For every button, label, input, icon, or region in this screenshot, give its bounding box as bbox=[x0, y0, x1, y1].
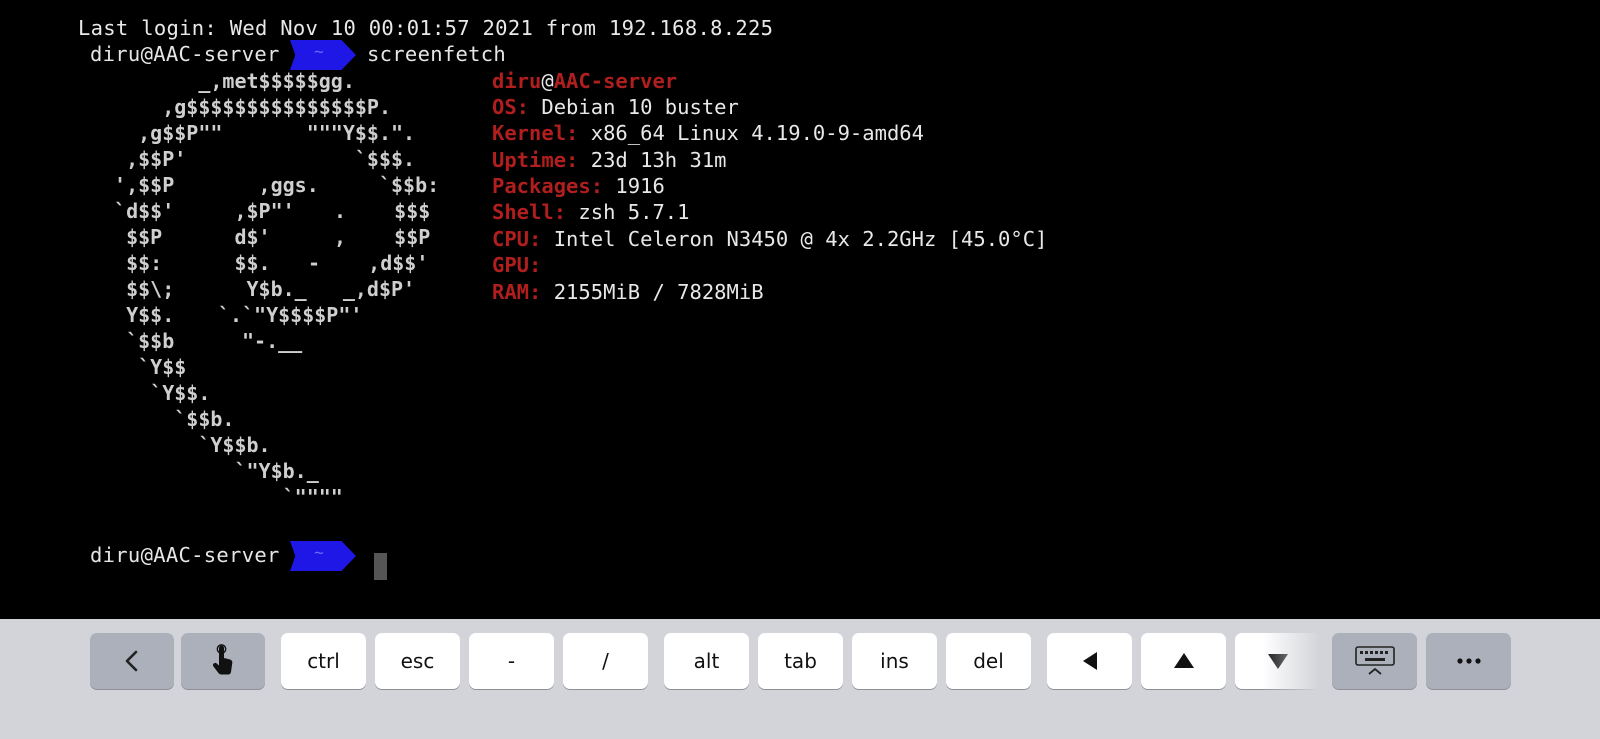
info-userhost: diru@AAC-server bbox=[492, 68, 677, 95]
arrow-up-icon bbox=[1173, 653, 1194, 668]
logo-line: `"Y$b._ bbox=[102, 459, 319, 483]
info-key: Uptime: bbox=[492, 148, 579, 172]
last-login-line: Last login: Wed Nov 10 00:01:57 2021 fro… bbox=[78, 16, 774, 40]
logo-red-mark: "-.__ bbox=[242, 329, 303, 353]
info-row-uptime: Uptime: 23d 13h 31m bbox=[492, 147, 727, 174]
info-row-cpu: CPU: Intel Celeron N3450 @ 4x 2.2GHz [45… bbox=[492, 226, 1047, 253]
prompt-dir-arrow: ~ bbox=[290, 40, 356, 70]
logo-line: ,g$$$$$$$$$$$$$$$P. bbox=[102, 95, 391, 119]
logo-line: `Y$$b. bbox=[102, 433, 271, 457]
arrow-left-icon bbox=[1082, 652, 1097, 670]
command-text: screenfetch bbox=[367, 42, 507, 66]
logo-line: ',$$P ,ggs. `$$b: bbox=[102, 173, 440, 197]
info-value: Debian 10 buster bbox=[529, 95, 739, 119]
logo-line: `d$$' ,$P"' bbox=[102, 199, 331, 223]
touch-mode-key[interactable] bbox=[181, 633, 265, 689]
info-row-ram: RAM: 2155MiB / 7828MiB bbox=[492, 279, 764, 306]
info-key: CPU: bbox=[492, 227, 542, 251]
info-row-kernel: Kernel: x86_64 Linux 4.19.0-9-amd64 bbox=[492, 120, 924, 147]
info-key: GPU: bbox=[492, 253, 542, 277]
tab-key[interactable]: tab bbox=[758, 633, 843, 689]
touch-hand-icon bbox=[213, 644, 233, 675]
alt-key[interactable]: alt bbox=[664, 633, 749, 689]
info-user: diru bbox=[492, 69, 542, 93]
info-key: OS: bbox=[492, 95, 530, 119]
info-row-gpu: GPU: bbox=[492, 252, 541, 279]
logo-line-tail: $$P bbox=[346, 225, 431, 249]
info-row-os: OS: Debian 10 buster bbox=[492, 94, 739, 121]
prompt-user: diru@AAC-server bbox=[90, 42, 280, 66]
left-arrow-key[interactable] bbox=[1047, 633, 1132, 689]
logo-line: ,g$$P"" """Y$$.". bbox=[102, 121, 416, 145]
logo-line: `Y$$ bbox=[102, 355, 187, 379]
info-value: 23d 13h 31m bbox=[578, 148, 727, 172]
logo-red-mark: . bbox=[334, 199, 347, 223]
info-host: AAC-server bbox=[553, 69, 678, 93]
hide-keyboard-key[interactable] bbox=[1332, 633, 1417, 689]
dash-key[interactable]: - bbox=[469, 633, 554, 689]
info-key: Packages: bbox=[492, 174, 604, 198]
logo-line: Y$$. bbox=[102, 303, 223, 327]
more-icon bbox=[1456, 658, 1481, 664]
prompt-dir-arrow: ~ bbox=[290, 541, 356, 571]
info-key: RAM: bbox=[492, 280, 542, 304]
logo-line: $$P d$' bbox=[102, 225, 331, 249]
keyboard-accessory-bar: ctrl esc - / alt tab ins del bbox=[0, 619, 1600, 739]
info-row-packages: Packages: 1916 bbox=[492, 173, 665, 200]
info-value: 1916 bbox=[603, 174, 665, 198]
logo-line: _,met$$$$$gg. bbox=[102, 69, 355, 93]
logo-line-tail: `"Y$$$$P"' bbox=[242, 303, 363, 327]
prompt-dir: ~ bbox=[314, 42, 324, 61]
info-value: x86_64 Linux 4.19.0-9-amd64 bbox=[578, 121, 924, 145]
logo-line: `"""" bbox=[102, 485, 343, 509]
info-key: Shell: bbox=[492, 200, 567, 224]
prompt-user: diru@AAC-server bbox=[90, 543, 280, 567]
ctrl-key[interactable]: ctrl bbox=[281, 633, 366, 689]
info-value: 2155MiB / 7828MiB bbox=[541, 280, 764, 304]
at-sign: @ bbox=[541, 69, 554, 93]
info-row-shell: Shell: zsh 5.7.1 bbox=[492, 199, 689, 226]
back-key[interactable] bbox=[90, 633, 174, 689]
logo-line-tail: $$$ bbox=[346, 199, 431, 223]
logo-line-tail: ,d$$' bbox=[320, 251, 429, 275]
logo-line: ,$$P' `$$$. bbox=[102, 147, 416, 171]
chevron-left-icon bbox=[125, 650, 138, 672]
del-key[interactable]: del bbox=[946, 633, 1031, 689]
logo-line: `Y$$. bbox=[102, 381, 211, 405]
logo-red-mark: , bbox=[334, 225, 347, 249]
ins-key[interactable]: ins bbox=[852, 633, 937, 689]
logo-line: $$\; Y$b._ _,d$P' bbox=[102, 277, 416, 301]
logo-red-mark: - bbox=[308, 251, 321, 275]
logo-line: `$$b bbox=[102, 329, 247, 353]
more-key[interactable] bbox=[1426, 633, 1511, 689]
terminal-window[interactable]: Last login: Wed Nov 10 00:01:57 2021 fro… bbox=[0, 0, 1600, 619]
text-cursor bbox=[374, 553, 387, 580]
up-arrow-key[interactable] bbox=[1141, 633, 1226, 689]
logo-line: `$$b. bbox=[102, 407, 235, 431]
slash-key[interactable]: / bbox=[563, 633, 648, 689]
info-value: zsh 5.7.1 bbox=[566, 200, 690, 224]
keyboard-hide-icon bbox=[1354, 646, 1395, 675]
esc-key[interactable]: esc bbox=[375, 633, 460, 689]
prompt-dir: ~ bbox=[314, 543, 324, 562]
info-key: Kernel: bbox=[492, 121, 579, 145]
logo-red-mark: `. bbox=[218, 303, 243, 327]
logo-line: $$: $$. bbox=[102, 251, 307, 275]
scroll-fade bbox=[1262, 619, 1320, 739]
info-value: Intel Celeron N3450 @ 4x 2.2GHz [45.0°C] bbox=[541, 227, 1048, 251]
